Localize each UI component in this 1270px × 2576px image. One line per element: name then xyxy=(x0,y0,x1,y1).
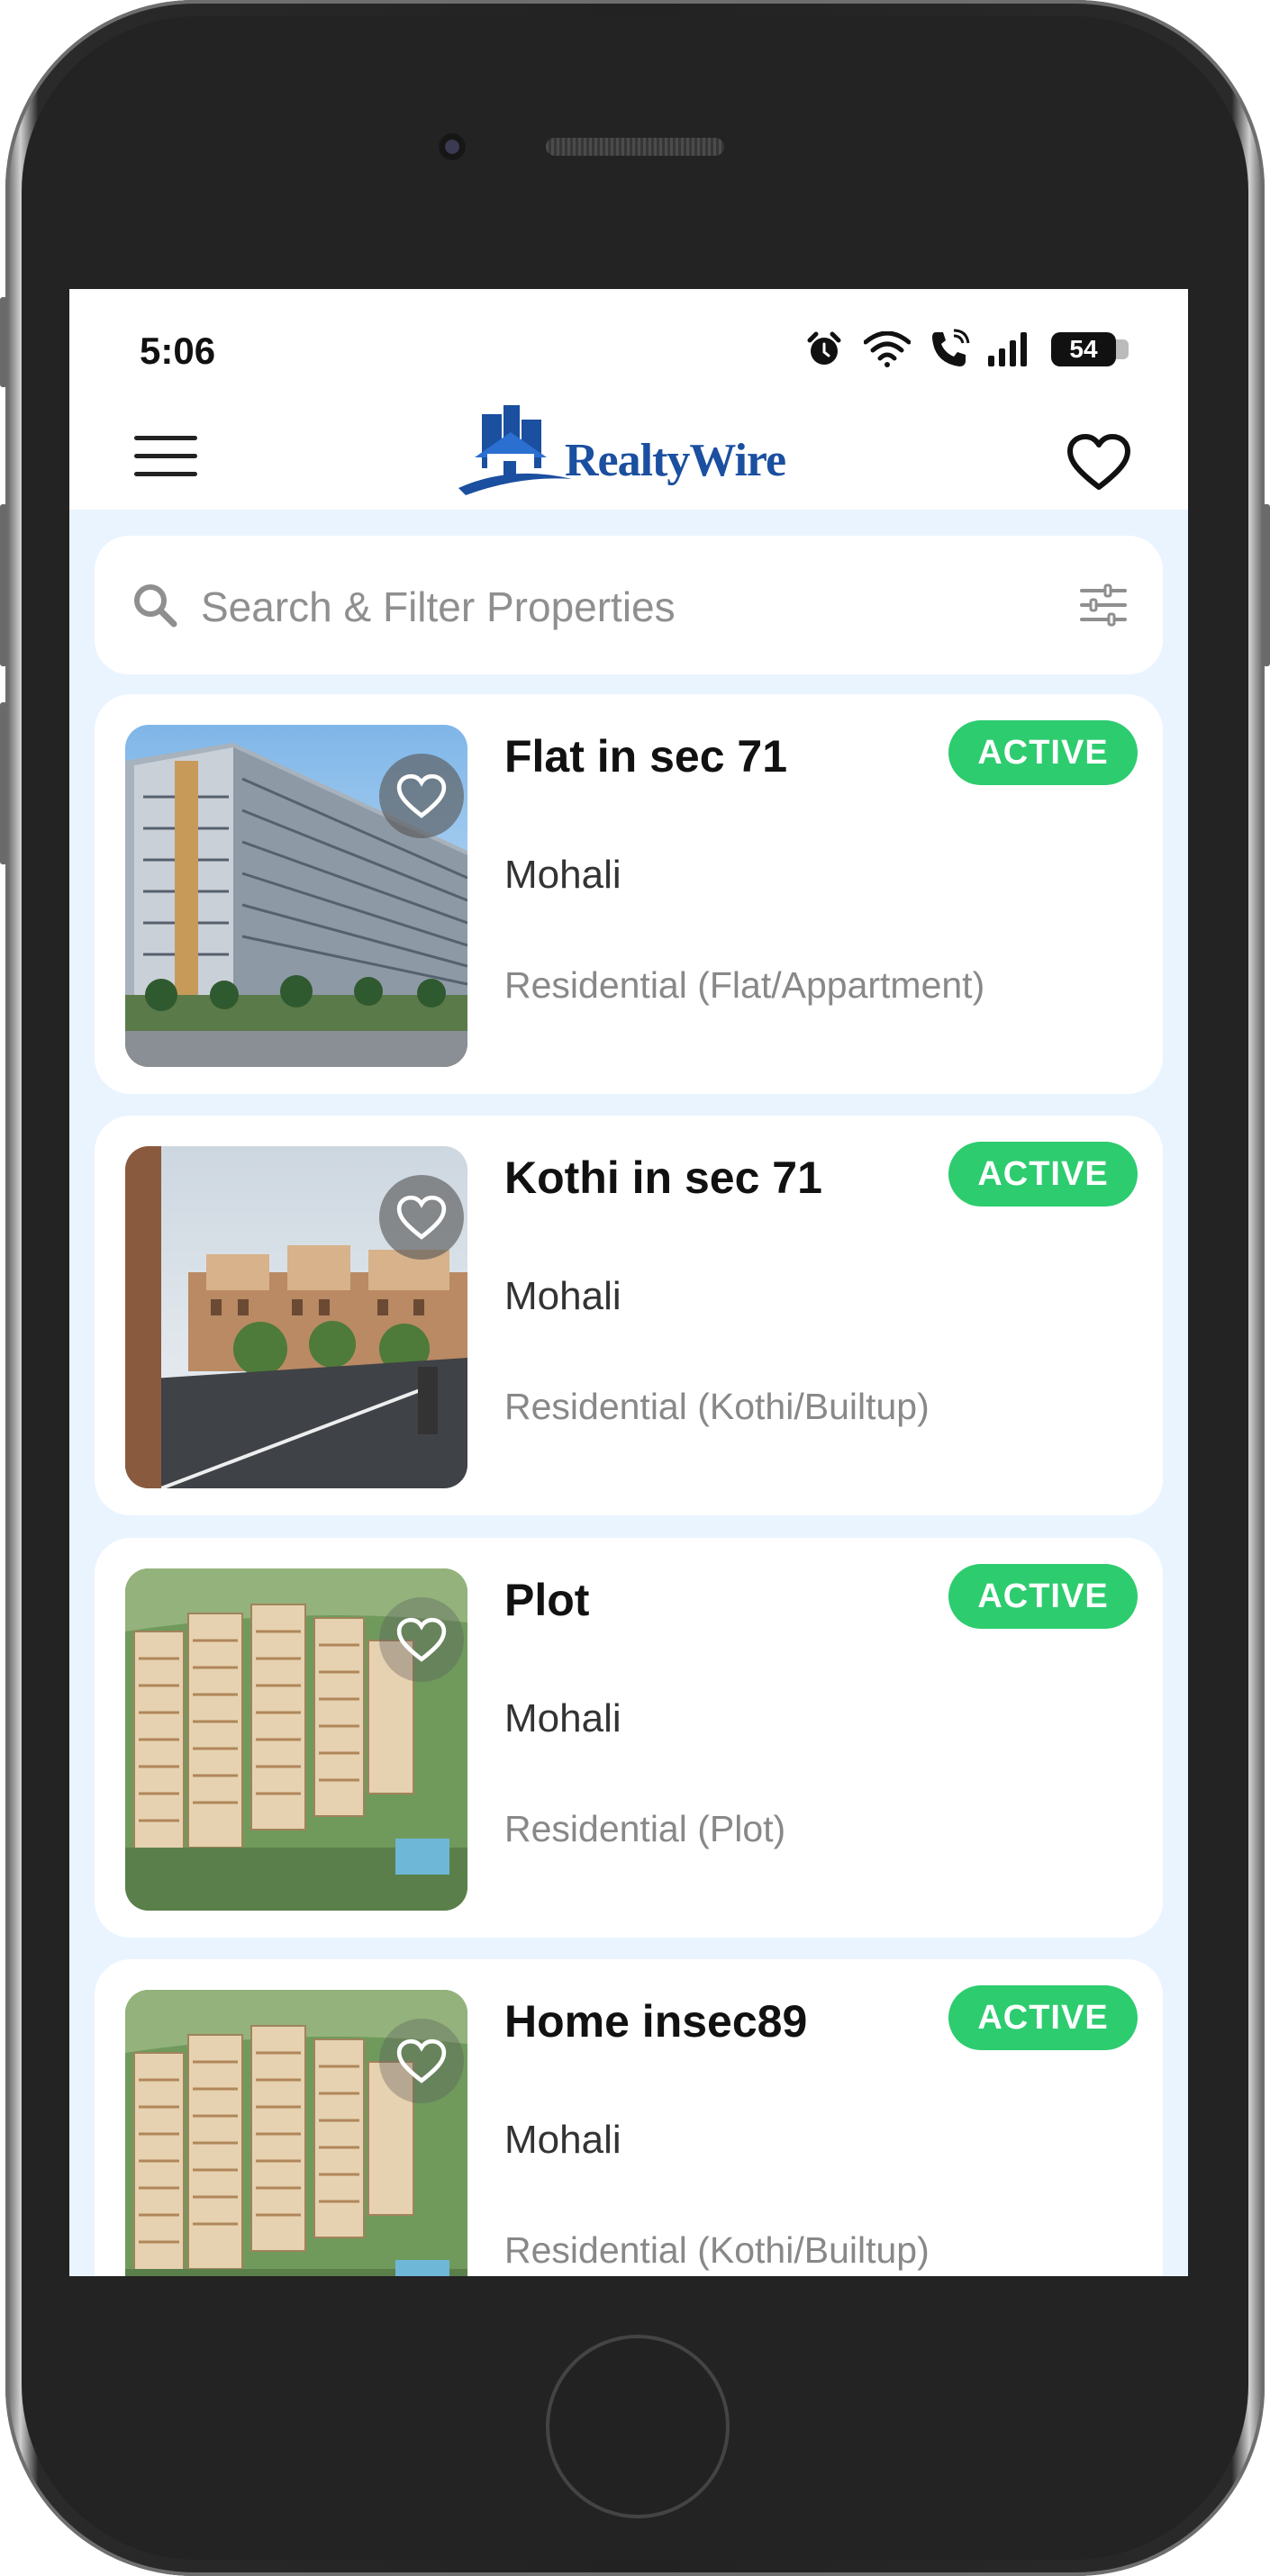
search-icon xyxy=(134,584,177,628)
home-button[interactable] xyxy=(546,2335,730,2518)
card-heart-icon[interactable] xyxy=(379,2019,464,2103)
listing-card[interactable]: Flat in sec 71 ACTIVE Mohali Residential… xyxy=(95,694,1163,1094)
listing-title: Plot xyxy=(504,1575,590,1625)
status-badge: ACTIVE xyxy=(948,1564,1138,1629)
status-badge: ACTIVE xyxy=(948,720,1138,785)
listing-card[interactable]: Home insec89 ACTIVE Mohali Residential (… xyxy=(95,1959,1163,2276)
search-input[interactable]: Search & Filter Properties xyxy=(201,583,676,631)
volume-down-button xyxy=(0,702,7,864)
listing-title: Home insec89 xyxy=(504,1996,808,2047)
listing-location: Mohali xyxy=(504,853,621,897)
listing-location: Mohali xyxy=(504,1696,621,1740)
hamburger-menu-icon[interactable] xyxy=(134,436,197,477)
listing-type: Residential (Plot) xyxy=(504,1808,786,1849)
heart-outline-icon[interactable] xyxy=(1066,433,1131,491)
logo-buildings-icon xyxy=(458,405,572,495)
status-badge: ACTIVE xyxy=(948,1142,1138,1207)
logo-text: RealtyWire xyxy=(565,435,786,486)
wifi-icon xyxy=(864,331,911,367)
card-heart-icon[interactable] xyxy=(379,1175,464,1260)
listing-type: Residential (Kothi/Builtup) xyxy=(504,2229,930,2271)
wifi-call-icon xyxy=(932,329,970,366)
listing-location: Mohali xyxy=(504,1274,621,1318)
status-time: 5:06 xyxy=(140,330,216,372)
listing-type: Residential (Kothi/Builtup) xyxy=(504,1386,930,1427)
battery-icon: 54 xyxy=(1051,332,1116,366)
card-heart-icon[interactable] xyxy=(379,1597,464,1682)
listing-card[interactable]: Kothi in sec 71 ACTIVE Mohali Residentia… xyxy=(95,1116,1163,1515)
app-screen: 5:06 54 RealtyWire Search & Filter Prope… xyxy=(69,289,1188,2276)
listing-card[interactable]: Plot ACTIVE Mohali Residential (Plot) xyxy=(95,1538,1163,1938)
high-rise-apartment-photo[interactable] xyxy=(125,725,467,1067)
sliders-icon[interactable] xyxy=(1078,583,1129,628)
tower-complex-aerial-photo[interactable] xyxy=(125,1990,467,2276)
earpiece-speaker xyxy=(546,138,724,156)
search-bar[interactable]: Search & Filter Properties xyxy=(95,536,1163,674)
volume-up-button xyxy=(0,504,7,666)
street-townhouses-photo[interactable] xyxy=(125,1146,467,1488)
app-bar: RealtyWire xyxy=(69,384,1188,510)
card-heart-icon[interactable] xyxy=(379,754,464,838)
alarm-icon xyxy=(807,331,841,365)
listing-title: Kothi in sec 71 xyxy=(504,1152,822,1203)
battery-tail xyxy=(1116,339,1129,359)
listing-location: Mohali xyxy=(504,2118,621,2162)
listing-type: Residential (Flat/Appartment) xyxy=(504,964,985,1006)
status-bar: 5:06 54 xyxy=(69,289,1188,384)
signal-icon xyxy=(988,332,1027,366)
tower-complex-aerial-photo[interactable] xyxy=(125,1568,467,1911)
status-badge: ACTIVE xyxy=(948,1985,1138,2050)
front-camera xyxy=(439,133,466,160)
silent-switch xyxy=(0,297,7,387)
listing-title: Flat in sec 71 xyxy=(504,731,788,782)
power-button xyxy=(1263,504,1270,666)
realtywire-logo[interactable]: RealtyWire xyxy=(457,402,786,501)
